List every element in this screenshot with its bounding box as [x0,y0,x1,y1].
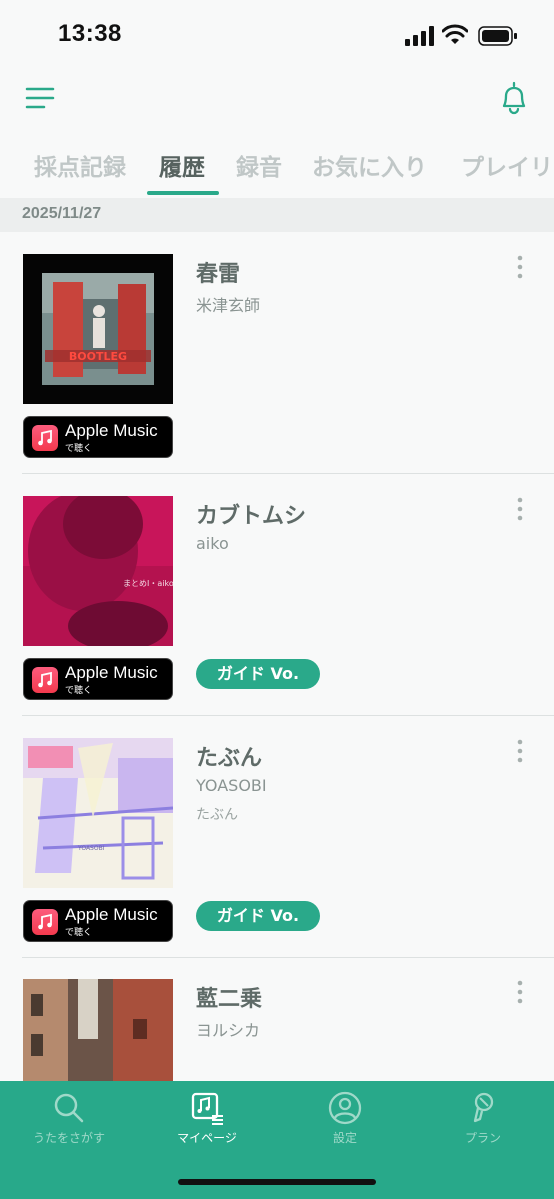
wifi-icon [442,24,468,44]
bottom-nav: うたをさがす マイページ 設定 プラン [0,1081,554,1199]
tab-playlist[interactable]: プレイリ [461,148,553,182]
nav-label: うたをさがす [32,1131,105,1145]
tab-bar: 採点記録 履歴 録音 お気に入り プレイリ [0,140,554,196]
user-icon [328,1091,362,1125]
apple-music-button[interactable]: Apple Music で聴く [23,658,173,700]
song-title: 藍二乗 [196,987,263,1012]
home-indicator [178,1179,376,1185]
date-text: 2025/11/27 [22,205,102,222]
apple-music-subtitle: で聴く [65,928,93,938]
search-icon [54,1093,84,1123]
more-options-icon[interactable] [510,979,530,1007]
song-artist: YOASOBI [196,776,267,795]
apple-music-button[interactable]: Apple Music で聴く [23,900,173,942]
nav-settings[interactable]: 設定 [276,1091,414,1151]
song-artist: ヨルシカ [196,1021,261,1040]
plan-icon [473,1092,494,1123]
album-cover: YOASOBI [23,738,173,888]
tab-history[interactable]: 履歴 [159,148,205,182]
tab-recording[interactable]: 録音 [236,148,282,182]
status-bar: 13:38 [0,0,554,70]
bell-icon[interactable] [496,80,532,116]
signal-icon [405,26,434,46]
nav-label: 設定 [332,1131,357,1145]
apple-music-subtitle: で聴く [65,444,93,454]
more-options-icon[interactable] [510,738,530,766]
apple-music-title: Apple Music [65,663,158,682]
album-cover: まとめⅠ・aiko [23,496,173,646]
music-note-icon [32,909,58,935]
song-item[interactable]: まとめⅠ・aiko Apple Music で聴く カブトムシ aiko ガイド… [0,474,554,716]
apple-music-title: Apple Music [65,421,158,440]
mypage-icon [191,1092,223,1125]
song-subtitle: たぶん [196,807,238,823]
battery-icon [478,26,517,46]
more-options-icon[interactable] [510,254,530,282]
music-note-icon [32,425,58,451]
song-item[interactable]: BOOTLEG Apple Music で聴く 春雷 米津玄師 [0,232,554,474]
tab-score-history[interactable]: 採点記録 [34,148,126,182]
music-note-icon [32,667,58,693]
song-title: カブトムシ [196,504,307,529]
guide-vocal-badge[interactable]: ガイド Vo. [196,659,320,689]
nav-mypage[interactable]: マイページ [138,1091,276,1151]
song-title: たぶん [196,746,263,771]
guide-vocal-badge[interactable]: ガイド Vo. [196,901,320,931]
song-artist: aiko [196,534,229,553]
apple-music-title: Apple Music [65,905,158,924]
status-time: 13:38 [58,20,122,47]
nav-label: マイページ [177,1131,237,1145]
nav-plan[interactable]: プラン [414,1091,552,1151]
song-item[interactable]: YOASOBI Apple Music で聴く たぶん YOASOBI たぶん … [0,716,554,958]
cover-text: YOASOBI [77,845,105,852]
cover-text: BOOTLEG [69,350,127,363]
date-header: 2025/11/27 [0,198,554,232]
menu-icon[interactable] [24,84,56,112]
cover-text: まとめⅠ・aiko [123,579,173,588]
tab-favorites[interactable]: お気に入り [312,148,427,182]
song-title: 春雷 [196,262,241,287]
album-cover: BOOTLEG [23,254,173,404]
nav-search[interactable]: うたをさがす [0,1091,138,1151]
apple-music-subtitle: で聴く [65,686,93,696]
apple-music-button[interactable]: Apple Music で聴く [23,416,173,458]
more-options-icon[interactable] [510,496,530,524]
active-tab-indicator [147,191,219,195]
song-artist: 米津玄師 [196,296,261,315]
nav-label: プラン [464,1131,501,1145]
